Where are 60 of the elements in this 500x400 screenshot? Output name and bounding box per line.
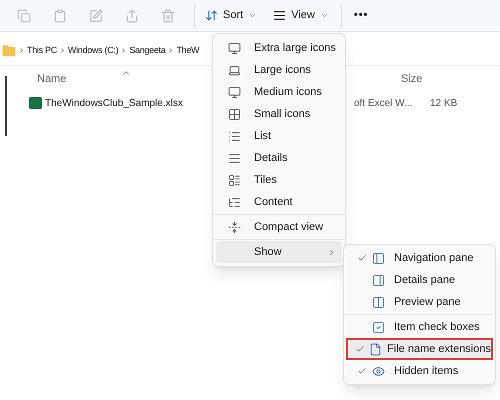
monitor-icon <box>228 86 241 98</box>
menu-item[interactable]: Compact view <box>216 216 342 238</box>
chevron-icon <box>248 11 258 20</box>
check-icon <box>355 344 366 354</box>
menu-item[interactable]: Extra large icons <box>216 37 342 59</box>
content-icon <box>228 196 241 208</box>
monitor-icon <box>228 42 241 54</box>
menu-item[interactable]: Small icons <box>216 103 342 125</box>
column-header[interactable]: Size <box>401 70 422 88</box>
pane-icon <box>372 274 385 286</box>
sort-button[interactable]: Sort <box>205 7 258 24</box>
details-icon <box>228 152 241 164</box>
chevron-icon <box>320 11 329 20</box>
laptop-icon <box>228 64 241 76</box>
column-header[interactable]: Name <box>37 70 66 88</box>
file-icon <box>368 342 382 356</box>
chevron-icon <box>58 47 66 54</box>
menu-item[interactable]: Hidden items <box>346 360 493 382</box>
pane-icon <box>372 252 385 264</box>
rename-icon <box>89 8 103 22</box>
chevron-icon <box>167 47 174 54</box>
paste-icon <box>53 8 67 22</box>
more-button[interactable]: ••• <box>354 7 368 24</box>
grid-icon <box>228 108 241 120</box>
menu-item[interactable]: Medium icons <box>216 81 342 103</box>
checkbox-icon <box>372 320 385 334</box>
menu-item[interactable]: Details pane <box>346 269 493 291</box>
sort-icon <box>205 9 218 22</box>
menu-item[interactable]: Details <box>216 147 342 169</box>
breadcrumb-item[interactable]: TheW <box>176 44 200 58</box>
delete-icon <box>161 8 175 22</box>
view-icon <box>273 9 286 22</box>
check-icon <box>357 366 367 376</box>
menu-item[interactable]: Content <box>216 191 342 213</box>
tiles-icon <box>228 174 241 186</box>
copy-icon <box>17 8 31 22</box>
menu-item[interactable]: File name extensions <box>346 338 493 360</box>
menu-item[interactable]: Item check boxes <box>346 316 493 338</box>
file-name[interactable]: TheWindowsClub_Sample.xlsx <box>45 96 183 110</box>
chevron-icon <box>120 47 128 54</box>
compact-icon <box>228 220 241 234</box>
chevron-icon <box>18 47 25 54</box>
menu-item[interactable]: Preview pane <box>346 291 493 313</box>
menu-item[interactable]: Large icons <box>216 59 342 81</box>
file-size: 12 KB <box>430 96 458 110</box>
menu-item[interactable]: Navigation pane <box>346 247 493 269</box>
breadcrumb-item[interactable]: This PC <box>27 44 57 58</box>
breadcrumb-item[interactable]: Sangeeta <box>129 44 166 58</box>
folder-icon <box>2 44 16 58</box>
menu-item[interactable]: Tiles <box>216 169 342 191</box>
chevron-icon <box>327 248 336 256</box>
pane-icon <box>372 296 385 308</box>
check-icon <box>357 253 367 263</box>
file-type: oft Excel W... <box>354 96 412 110</box>
menu-item[interactable]: List <box>216 125 342 147</box>
eye-icon <box>372 364 385 378</box>
menu-item[interactable]: Show <box>216 241 342 263</box>
view-button[interactable]: View <box>273 7 329 24</box>
share-icon <box>125 8 139 22</box>
breadcrumb-item[interactable]: Windows (C:) <box>68 44 118 58</box>
